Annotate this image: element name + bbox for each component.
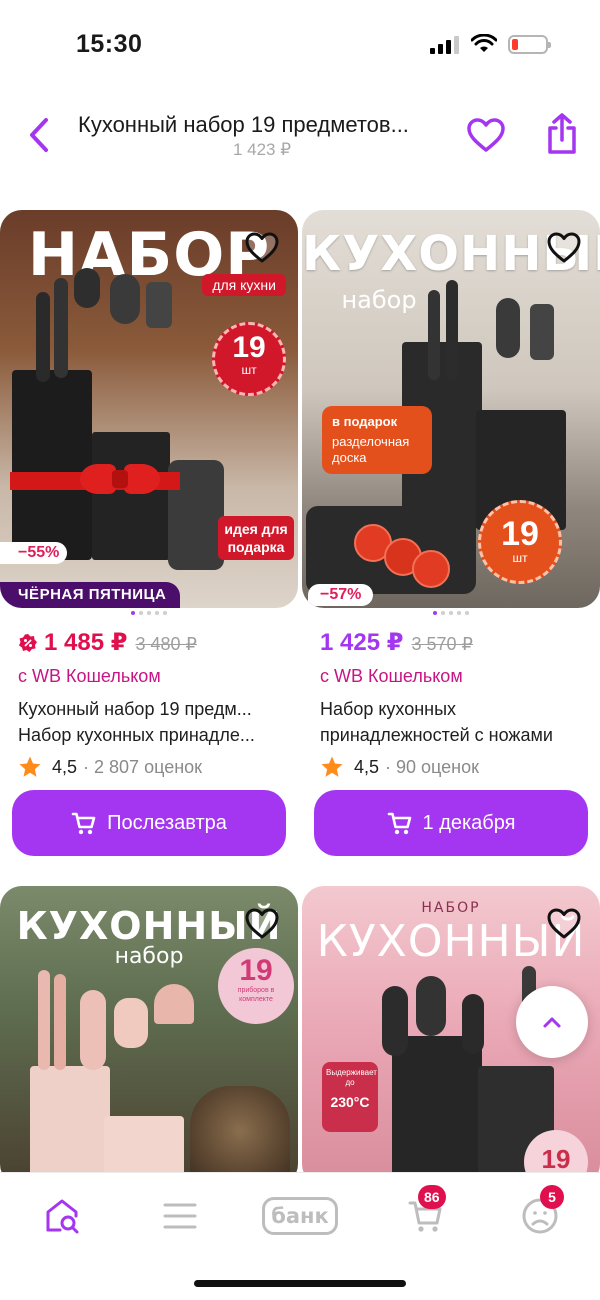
signal-icon [430, 36, 460, 54]
star-icon [19, 756, 41, 777]
count-seal: 19 приборов в комплекте [218, 948, 294, 1024]
delivery-date: 1 декабря [422, 811, 516, 834]
battery-icon [508, 35, 551, 54]
product-name-line: принадлежностей с ножами [320, 725, 553, 745]
price-row: 1 485 ₽ 3 480 ₽ [18, 628, 197, 658]
product-name[interactable]: Кухонный набор 19 предм... Набор кухонны… [18, 696, 288, 748]
old-price: 3 570 ₽ [411, 634, 473, 654]
cart-icon [71, 812, 96, 835]
profile-notification-badge: 5 [540, 1185, 564, 1209]
scroll-to-top-button[interactable] [516, 986, 588, 1058]
price-row: 1 425 ₽ 3 570 ₽ [320, 628, 473, 658]
menu-icon [163, 1203, 197, 1229]
product-header: Кухонный набор 19 предметов... 1 423 ₽ [0, 100, 600, 170]
wallet-label: с WB Кошельком [18, 666, 161, 686]
add-to-cart-button[interactable]: 1 декабря [314, 790, 588, 856]
temperature-badge: Выдерживает до 230°C [322, 1062, 378, 1132]
favorite-heart-icon[interactable] [546, 906, 582, 942]
gift-label: в подарок [332, 414, 398, 429]
gift-badge: в подарок разделочная доска [322, 406, 432, 474]
cart-count-badge: 86 [418, 1185, 446, 1209]
count-number: 19 [541, 1144, 571, 1174]
home-indicator [194, 1280, 406, 1287]
share-icon[interactable] [542, 112, 582, 156]
utensils [30, 268, 180, 382]
rating-count: · 90 оценок [385, 756, 480, 777]
red-bow [80, 456, 160, 506]
utensils [34, 970, 214, 1110]
gift-text: разделочная доска [332, 434, 410, 465]
rating-row: 4,5 · 90 оценок [320, 755, 479, 779]
nav-cart[interactable]: 86 [396, 1185, 456, 1241]
count-note: приборов в комплекте [237, 987, 275, 1003]
product-name-line: Набор кухонных принадле... [18, 725, 255, 745]
nav-home[interactable] [32, 1191, 92, 1241]
cart-icon [387, 812, 411, 835]
product-name-line: Набор кухонных [320, 699, 457, 719]
bank-label: банк [262, 1197, 338, 1235]
count-number: 19 [232, 331, 266, 364]
add-to-cart-button[interactable]: Послезавтра [12, 790, 286, 856]
header-price: 1 423 ₽ [232, 140, 292, 159]
temperature-value: 230°C [330, 1094, 370, 1110]
home-search-icon [46, 1199, 79, 1234]
tomato-slices [354, 520, 474, 590]
nav-bank[interactable]: банк [262, 1191, 338, 1241]
nav-catalog[interactable] [150, 1191, 210, 1241]
image-note: идея для подарка [218, 516, 294, 560]
favorite-heart-icon[interactable] [466, 116, 506, 156]
count-seal: 19 шт [478, 500, 562, 584]
delivery-date: Послезавтра [107, 811, 227, 834]
current-price: 1 485 ₽ [44, 629, 128, 656]
discount-badge: −55% [0, 542, 68, 564]
star-icon [321, 756, 343, 777]
temperature-label: Выдерживает до [326, 1068, 377, 1087]
product-image[interactable]: КУХОННЫЙ набор в подарок разделочная дос… [302, 210, 600, 608]
favorite-heart-icon[interactable] [244, 906, 280, 942]
count-unit: шт [512, 551, 528, 565]
chevron-up-icon [543, 1017, 561, 1028]
status-time: 15:30 [76, 30, 143, 58]
image-pagination-dots [302, 611, 600, 615]
promo-badge: ЧЁРНАЯ ПЯТНИЦА [0, 582, 181, 608]
count-number: 19 [239, 954, 273, 987]
image-pagination-dots [0, 611, 298, 615]
old-price: 3 480 ₽ [135, 634, 197, 654]
rating-row: 4,5 · 2 807 оценок [18, 755, 202, 779]
current-price: 1 425 ₽ [320, 629, 404, 656]
status-bar: 15:30 [0, 0, 600, 90]
favorite-heart-icon[interactable] [244, 230, 280, 266]
favorite-heart-icon[interactable] [546, 230, 582, 266]
product-name[interactable]: Набор кухонных принадлежностей с ножами [320, 696, 590, 748]
product-name-line: Кухонный набор 19 предм... [18, 699, 252, 719]
wifi-icon [471, 34, 497, 52]
count-number: 19 [501, 515, 539, 553]
wallet-discount-icon [19, 634, 37, 652]
image-badge: для кухни [202, 274, 286, 296]
rating-count: · 2 807 оценок [83, 756, 203, 777]
discount-badge: −57% [308, 584, 374, 606]
page-title: Кухонный набор 19 предметов... [78, 112, 409, 137]
rating-value: 4,5 [52, 756, 78, 777]
nav-profile[interactable]: 5 [510, 1185, 570, 1241]
count-seal: 19 шт [212, 322, 286, 396]
product-image[interactable]: НАБОР для кухни 19 шт идея для подарка −… [0, 210, 298, 608]
count-unit: шт [241, 363, 257, 377]
wallet-label: с WB Кошельком [320, 666, 463, 686]
utensils [420, 280, 580, 420]
rating-value: 4,5 [354, 756, 380, 777]
cat [190, 1086, 290, 1186]
product-image[interactable]: КУХОННЫЙ набор 19 приборов в комплекте [0, 886, 298, 1186]
